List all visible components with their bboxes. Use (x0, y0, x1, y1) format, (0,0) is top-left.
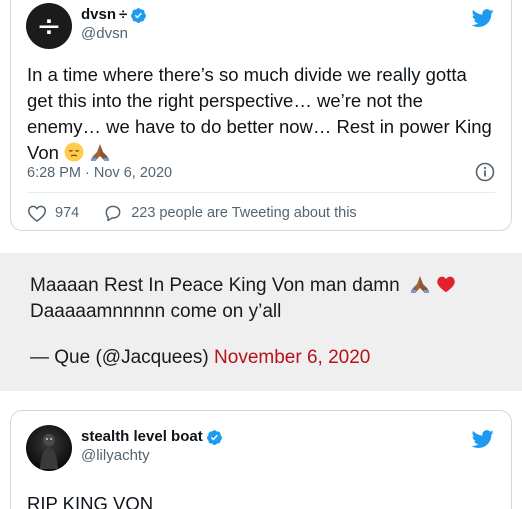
display-name-text: stealth level boat (81, 428, 203, 445)
quote-line-1: Maaaan Rest In Peace King Von man damn (30, 273, 500, 299)
quote-line-2: Daaaaamnnnnn come on y’all (30, 301, 282, 322)
red-heart-icon (437, 276, 455, 293)
quote-date-link[interactable]: November 6, 2020 (214, 347, 370, 368)
info-icon[interactable] (475, 162, 495, 182)
author-block[interactable]: dvsn ÷ @dvsn (81, 6, 147, 43)
author-block[interactable]: stealth level boat @lilyachty (81, 428, 223, 465)
quote-attribution: — Que (@Jacquees) November 6, 2020 (30, 346, 370, 370)
tweet-timestamp[interactable]: 6:28 PM · Nov 6, 2020 (27, 164, 172, 182)
tweet-card-lilyachty[interactable]: stealth level boat @lilyachty RIP KING V… (10, 410, 512, 509)
display-name[interactable]: dvsn ÷ (81, 6, 147, 24)
display-name-suffix: ÷ (119, 6, 128, 23)
reply-bubble-icon (105, 205, 121, 222)
avatar[interactable] (26, 425, 72, 471)
tweet-actions: 974 223 people are Tweeting about this (27, 203, 357, 223)
twitter-bird-icon[interactable] (471, 428, 495, 450)
pensive-face-icon (64, 142, 84, 162)
like-button[interactable]: 974 (27, 203, 79, 223)
tweet-card-dvsn[interactable]: ÷ dvsn ÷ @dvsn In a time where there’s s… (10, 0, 512, 231)
twitter-bird-icon[interactable] (471, 7, 495, 29)
embedded-quote: Maaaan Rest In Peace King Von man damn D… (0, 253, 522, 391)
tweet-text: In a time where there’s so much divide w… (27, 62, 497, 166)
quote-text: Maaaan Rest In Peace King Von man damn D… (30, 273, 500, 325)
folded-hands-icon (91, 144, 110, 161)
quote-line-1-text: Maaaan Rest In Peace King Von man damn (30, 275, 400, 296)
handle[interactable]: @lilyachty (81, 446, 223, 465)
divide-icon: ÷ (36, 8, 62, 44)
quote-author[interactable]: — Que (@Jacquees) (30, 347, 209, 368)
divider (27, 192, 495, 193)
like-count: 974 (55, 205, 80, 221)
handle[interactable]: @dvsn (81, 24, 147, 43)
tweet-text: RIP KING VON (27, 493, 154, 509)
conversation-link[interactable]: 223 people are Tweeting about this (103, 203, 357, 223)
avatar[interactable]: ÷ (26, 3, 72, 49)
display-name[interactable]: stealth level boat (81, 428, 223, 446)
display-name-text: dvsn (81, 6, 117, 23)
verified-badge-icon (131, 7, 147, 23)
verified-badge-icon (206, 429, 222, 445)
heart-icon (28, 205, 46, 222)
person-silhouette-icon (40, 434, 58, 469)
conversation-text: 223 people are Tweeting about this (131, 205, 357, 221)
folded-hands-icon (410, 276, 429, 293)
